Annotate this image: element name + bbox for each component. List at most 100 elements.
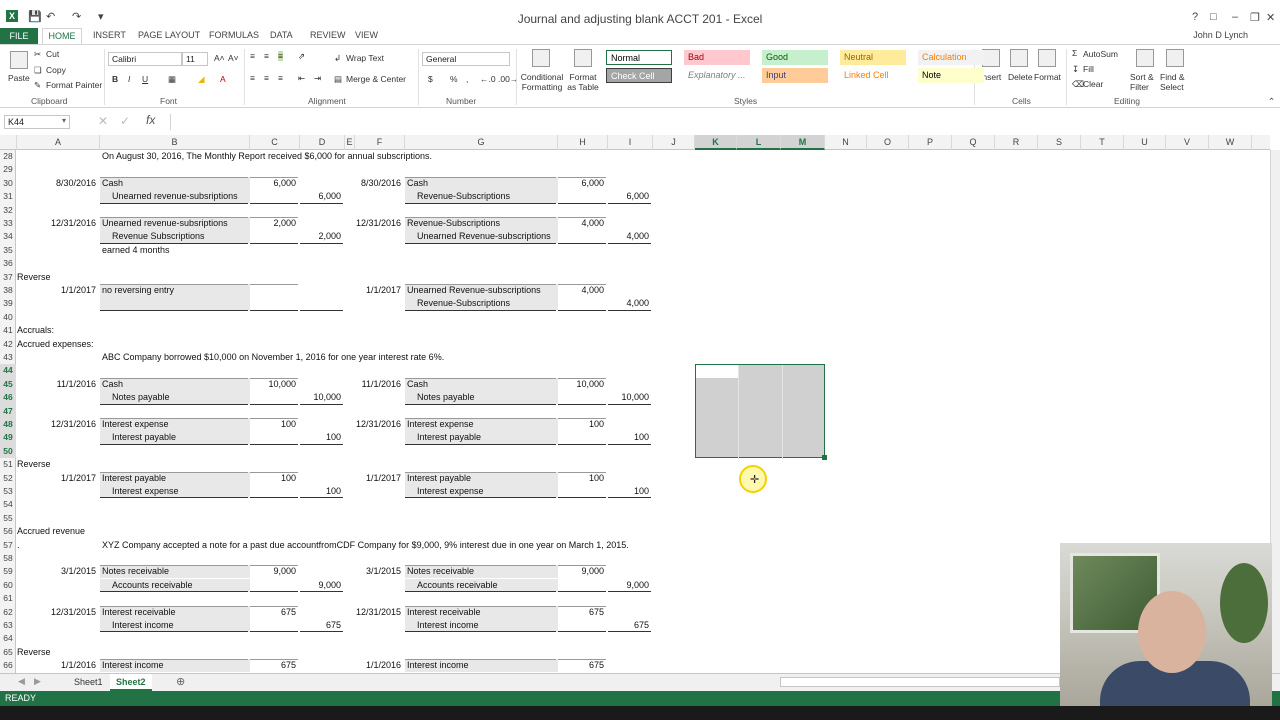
cell-style-linked-cell[interactable]: Linked Cell xyxy=(840,68,906,83)
cell-d49[interactable]: 100 xyxy=(300,431,341,444)
cell-h30[interactable]: 6,000 xyxy=(558,177,604,190)
cell-f30[interactable]: 8/30/2016 xyxy=(355,177,401,190)
user-name[interactable]: John D Lynch xyxy=(1193,30,1248,40)
prev-sheet-icon[interactable]: ◀ xyxy=(18,676,25,687)
cell-h62[interactable]: 675 xyxy=(558,606,604,619)
cell-h52[interactable]: 100 xyxy=(558,472,604,485)
cell-h59[interactable]: 9,000 xyxy=(558,565,604,578)
row-header-62[interactable]: 62 xyxy=(0,606,16,619)
cut-button[interactable]: Cut xyxy=(46,49,59,59)
format-painter-button[interactable]: Format Painter xyxy=(46,80,102,90)
cell-b57[interactable]: XYZ Company accepted a note for a past d… xyxy=(102,539,1002,552)
row-header-66[interactable]: 66 xyxy=(0,659,16,672)
number-format-select[interactable]: General xyxy=(422,52,510,66)
cell-a65[interactable]: Reverse xyxy=(17,646,917,659)
close-icon[interactable]: ✕ xyxy=(1266,11,1275,24)
column-header-t[interactable]: T xyxy=(1081,135,1124,150)
cell-i31[interactable]: 6,000 xyxy=(608,190,649,203)
cell-f62[interactable]: 12/31/2015 xyxy=(355,606,401,619)
cell-g34[interactable]: Unearned Revenue-subscriptions xyxy=(417,230,1270,243)
tab-insert[interactable]: INSERT xyxy=(93,30,126,40)
cell-h48[interactable]: 100 xyxy=(558,418,604,431)
paste-button[interactable]: Paste xyxy=(8,73,30,83)
row-header-58[interactable]: 58 xyxy=(0,552,16,565)
cell-h66[interactable]: 675 xyxy=(558,659,604,672)
cell-b43[interactable]: ABC Company borrowed $10,000 on November… xyxy=(102,351,1002,364)
cell-style-neutral[interactable]: Neutral xyxy=(840,50,906,65)
row-header-40[interactable]: 40 xyxy=(0,311,16,324)
cell-i39[interactable]: 4,000 xyxy=(608,297,649,310)
row-header-36[interactable]: 36 xyxy=(0,257,16,270)
cell-c48[interactable]: 100 xyxy=(250,418,296,431)
format-button[interactable]: Format xyxy=(1034,72,1061,82)
column-header-u[interactable]: U xyxy=(1124,135,1166,150)
wrap-text-button[interactable]: Wrap Text xyxy=(346,53,384,63)
row-header-29[interactable]: 29 xyxy=(0,163,16,176)
font-color-icon[interactable]: A xyxy=(220,74,226,84)
column-header-q[interactable]: Q xyxy=(952,135,995,150)
cell-g49[interactable]: Interest payable xyxy=(417,431,1270,444)
format-as-table-icon[interactable] xyxy=(574,49,592,67)
tab-file[interactable]: FILE xyxy=(0,28,38,44)
name-box-dropdown-icon[interactable]: ▾ xyxy=(62,116,66,125)
cell-a48[interactable]: 12/31/2016 xyxy=(17,418,96,431)
row-header-49[interactable]: 49 xyxy=(0,431,16,445)
cell-style-check-cell[interactable]: Check Cell xyxy=(606,68,672,83)
cell-f59[interactable]: 3/1/2015 xyxy=(355,565,401,578)
cell-style-explanatory[interactable]: Explanatory ... xyxy=(684,68,750,83)
row-header-64[interactable]: 64 xyxy=(0,632,16,645)
column-header-a[interactable]: A xyxy=(17,135,100,150)
row-header-50[interactable]: 50 xyxy=(0,444,16,459)
tab-data[interactable]: DATA xyxy=(270,30,293,40)
cell-g46[interactable]: Notes payable xyxy=(417,391,1270,404)
cell-g38[interactable]: Unearned Revenue-subscriptions xyxy=(407,284,1270,297)
sort-filter-icon[interactable] xyxy=(1136,49,1154,67)
row-header-48[interactable]: 48 xyxy=(0,418,16,432)
cell-style-input[interactable]: Input xyxy=(762,68,828,83)
enter-icon[interactable]: ✓ xyxy=(120,114,130,128)
cell-b28[interactable]: On August 30, 2016, The Monthly Report r… xyxy=(102,150,1002,163)
clear-button[interactable]: Clear xyxy=(1083,79,1103,89)
row-header-59[interactable]: 59 xyxy=(0,565,16,578)
column-header-l[interactable]: L xyxy=(737,135,781,150)
row-header-43[interactable]: 43 xyxy=(0,351,16,364)
align-middle-icon[interactable]: ≡ xyxy=(264,51,269,61)
row-header-33[interactable]: 33 xyxy=(0,217,16,230)
merge-center-button[interactable]: Merge & Center xyxy=(346,74,406,84)
cell-g48[interactable]: Interest expense xyxy=(407,418,1270,431)
cell-style-calculation[interactable]: Calculation xyxy=(918,50,984,65)
increase-decimal-icon[interactable]: ←.0 xyxy=(480,74,496,84)
row-header-38[interactable]: 38 xyxy=(0,284,16,297)
percent-icon[interactable]: % xyxy=(450,74,458,84)
tab-page-layout[interactable]: PAGE LAYOUT xyxy=(138,30,200,40)
cell-d46[interactable]: 10,000 xyxy=(300,391,341,404)
column-header-s[interactable]: S xyxy=(1038,135,1081,150)
align-top-icon[interactable]: ≡ xyxy=(250,51,255,61)
row-header-45[interactable]: 45 xyxy=(0,377,16,392)
cell-c45[interactable]: 10,000 xyxy=(250,378,296,391)
cell-a38[interactable]: 1/1/2017 xyxy=(17,284,96,297)
increase-indent-icon[interactable]: ⇥ xyxy=(314,73,321,84)
conditional-formatting-icon[interactable] xyxy=(532,49,550,67)
cell-i49[interactable]: 100 xyxy=(608,431,649,444)
row-header-63[interactable]: 63 xyxy=(0,619,16,632)
row-header-44[interactable]: 44 xyxy=(0,364,16,378)
cell-c62[interactable]: 675 xyxy=(250,606,296,619)
delete-button[interactable]: Delete xyxy=(1008,72,1033,82)
bold-icon[interactable]: B xyxy=(112,74,118,84)
row-header-51[interactable]: 51 xyxy=(0,458,16,471)
cell-g52[interactable]: Interest payable xyxy=(407,472,1270,485)
column-header-g[interactable]: G xyxy=(405,135,558,150)
column-header-h[interactable]: H xyxy=(558,135,608,150)
cell-a45[interactable]: 11/1/2016 xyxy=(17,378,96,391)
cell-d63[interactable]: 675 xyxy=(300,619,341,632)
cell-d53[interactable]: 100 xyxy=(300,485,341,498)
row-header-56[interactable]: 56 xyxy=(0,525,16,538)
tab-view[interactable]: VIEW xyxy=(355,30,378,40)
cell-h38[interactable]: 4,000 xyxy=(558,284,604,297)
select-all-corner[interactable] xyxy=(0,135,17,150)
row-header-60[interactable]: 60 xyxy=(0,579,16,592)
ribbon-display-icon[interactable]: □ xyxy=(1210,11,1217,23)
font-size-select[interactable]: 11 xyxy=(182,52,208,66)
cell-b35[interactable]: earned 4 months xyxy=(102,244,1002,257)
